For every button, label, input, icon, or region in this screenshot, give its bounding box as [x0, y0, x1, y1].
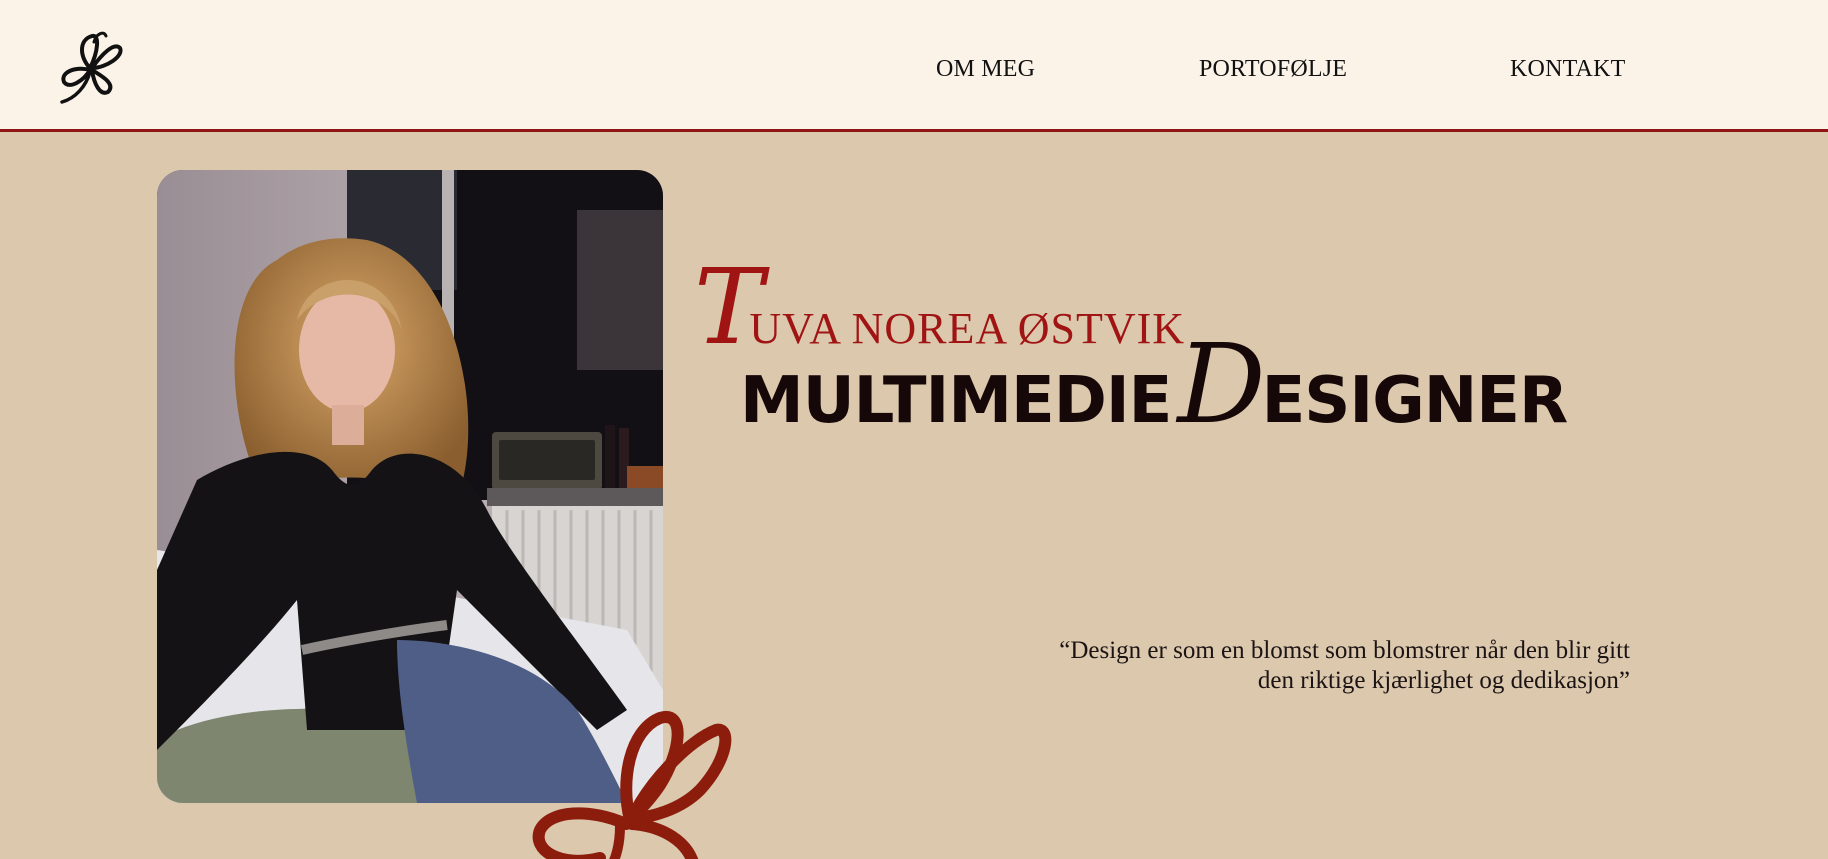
- nav-kontakt[interactable]: KONTAKT: [1510, 56, 1625, 83]
- title-part2: ESIGNER: [1261, 364, 1569, 438]
- flower-sketch-icon[interactable]: [54, 28, 128, 106]
- site-header: OM MEG PORTOFØLJE KONTAKT: [0, 0, 1828, 132]
- nav-om-meg[interactable]: OM MEG: [936, 56, 1035, 83]
- nav-portofolje[interactable]: PORTOFØLJE: [1199, 56, 1347, 83]
- title-part1: MULTIMEDIE: [740, 364, 1172, 438]
- quote-line-1: “Design er som en blomst som blomstrer n…: [1059, 637, 1630, 664]
- hero-title: MULTIMEDIEDESIGNER: [740, 320, 1569, 448]
- hero-quote: “Design er som en blomst som blomstrer n…: [910, 636, 1630, 696]
- red-flower-icon: [532, 711, 732, 859]
- title-initial: D: [1177, 320, 1265, 448]
- quote-line-2: den riktige kjærlighet og dedikasjon”: [1257, 667, 1630, 694]
